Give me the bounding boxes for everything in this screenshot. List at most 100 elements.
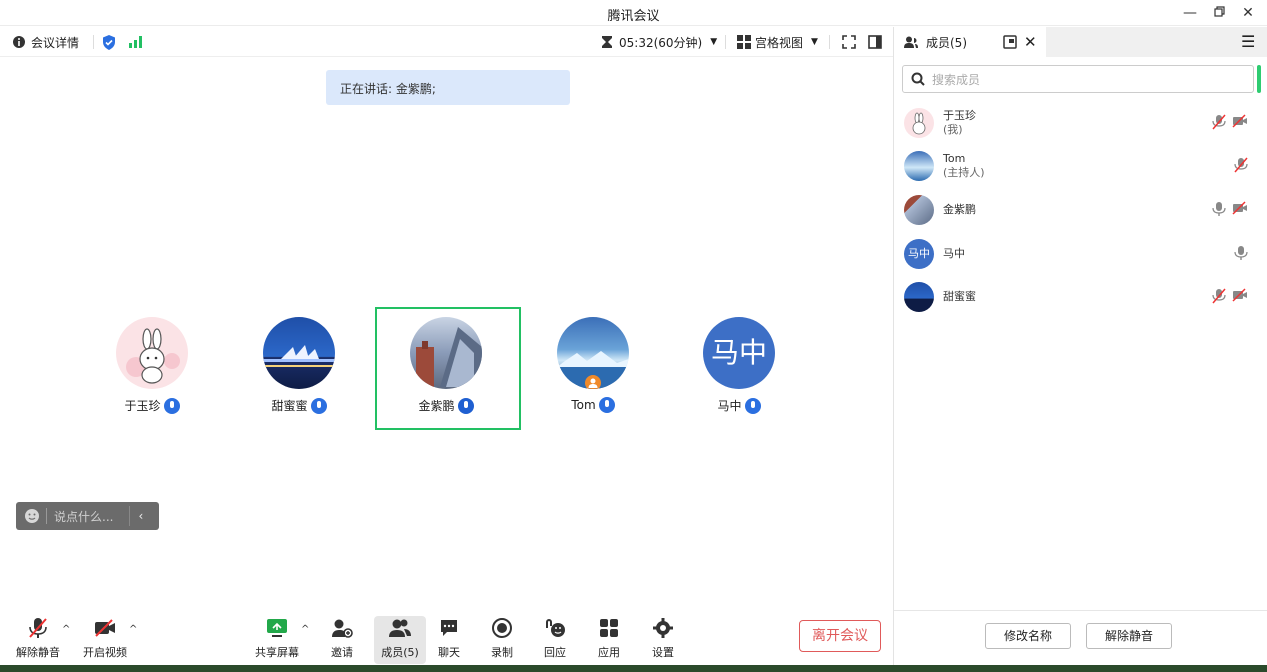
mic-icon [1212,202,1226,216]
react-button[interactable]: 回应 [529,616,581,660]
member-name: 马中 [943,247,965,260]
quick-chat-box[interactable]: 说点什么... ‹ [16,502,159,530]
member-row[interactable]: 金紫鹏 [904,192,1254,228]
meeting-details-label: 会议详情 [31,35,80,50]
settings-button[interactable]: 设置 [637,616,689,660]
members-label: 成员(5) [381,646,419,659]
member-search-input[interactable]: 搜索成员 [902,65,1254,93]
bottom-toolbar: 解除静音 ^ 开启视频 ^ 共享屏幕 ^ 邀请 成员(5) 聊天 录制 回应 应… [0,612,893,672]
avatar [904,195,934,225]
participant-tile[interactable]: 金紫鹏 [381,317,511,414]
unmute-button[interactable]: 解除静音 [12,616,64,660]
mic-icon [744,397,761,414]
apps-button[interactable]: 应用 [583,616,635,660]
member-name: 甜蜜蜜 [943,290,976,303]
chevron-up-icon[interactable]: ^ [129,624,137,635]
start-video-label: 开启视频 [83,646,127,659]
bunny-avatar-image [126,328,180,384]
chat-button[interactable]: 聊天 [423,616,475,660]
chevron-up-icon[interactable]: ^ [301,624,309,635]
chat-label: 聊天 [438,646,460,659]
scrollbar[interactable] [1257,65,1261,93]
member-name: Tom [943,152,966,165]
close-window-button[interactable]: ✕ [1236,3,1260,23]
gear-icon [653,618,673,638]
participant-name: 于玉珍 [124,399,161,413]
avatar [557,317,629,389]
chat-input[interactable]: 说点什么... [54,508,113,525]
chevron-left-icon[interactable]: ‹ [138,509,143,523]
avatar [904,282,934,312]
divider [46,508,47,524]
member-row[interactable]: 于玉珍 (我) [904,105,1254,141]
invite-button[interactable]: 邀请 [316,616,368,660]
member-row[interactable]: Tom (主持人) [904,148,1254,184]
mic-muted-icon [1234,157,1248,173]
members-tab-label: 成员(5) [926,35,967,50]
chevron-up-icon[interactable]: ^ [62,624,70,635]
meeting-timer[interactable]: 05:32(60分钟) ▼ [601,33,717,51]
hourglass-icon [602,36,612,48]
avatar [263,317,335,389]
start-video-button[interactable]: 开启视频 [79,616,131,660]
avatar [904,108,934,138]
member-row[interactable]: 甜蜜蜜 [904,279,1254,315]
participant-tile[interactable]: 甜蜜蜜 [234,317,364,414]
participant-tile[interactable]: 于玉珍 [87,317,217,414]
share-screen-button[interactable]: 共享屏幕 [251,616,303,660]
mic-icon [1234,246,1248,260]
meeting-details-button[interactable]: 会议详情 [12,33,79,51]
timer-text: 05:32(60分钟) [619,35,703,50]
search-icon [911,72,925,86]
view-mode-button[interactable]: 宫格视图 ▼ [737,33,818,51]
record-button[interactable]: 录制 [476,616,528,660]
mic-muted-icon [29,618,47,638]
panel-header-fill [1046,27,1267,57]
building-avatar-image [416,327,482,387]
chat-icon [441,620,457,636]
security-icon[interactable] [102,33,116,51]
participant-tile[interactable]: Tom [528,317,658,413]
mic-icon [598,397,615,413]
close-panel-icon[interactable]: ✕ [1024,33,1037,51]
mic-icon [163,397,180,414]
unmute-label: 解除静音 [16,646,60,659]
member-name: 于玉珍 [943,109,976,122]
video-off-icon [1232,288,1247,302]
popout-icon[interactable] [1003,35,1017,49]
minimize-button[interactable]: — [1178,3,1202,23]
invite-label: 邀请 [331,646,353,659]
member-role: (我) [943,123,963,136]
chevron-down-icon: ▼ [811,37,818,47]
divider [93,35,94,49]
members-icon [389,619,411,637]
menu-icon[interactable]: ☰ [1241,32,1255,51]
apps-label: 应用 [598,646,620,659]
members-tab[interactable]: 成员(5) ✕ [894,27,1046,57]
emoji-icon[interactable] [24,508,40,524]
fullscreen-icon[interactable] [842,33,856,51]
react-icon [546,619,565,637]
member-row[interactable]: 马中 马中 [904,236,1254,272]
leave-meeting-button[interactable]: 离开会议 [799,620,881,652]
participant-name: Tom [571,398,596,412]
panel-footer: 修改名称 解除静音 [894,610,1267,672]
sidebar-toggle-icon[interactable] [868,33,882,51]
grid-icon [737,35,751,49]
unmute-self-button[interactable]: 解除静音 [1086,623,1172,649]
react-label: 回应 [544,646,566,659]
restore-button[interactable] [1207,3,1231,23]
avatar: 马中 [703,317,775,389]
record-icon [492,618,512,638]
signal-icon[interactable] [129,33,143,51]
participant-tile[interactable]: 马中 马中 [674,317,804,414]
host-icon [585,375,601,389]
avatar [116,317,188,389]
rename-button[interactable]: 修改名称 [985,623,1071,649]
meeting-main: 会议详情 05:32(60分钟) ▼ 宫格视图 ▼ 正在讲话: 金紫鹏; 于玉珍… [0,27,893,672]
divider [129,506,131,526]
mic-muted-icon [1212,288,1226,304]
participant-name: 金紫鹏 [418,399,455,413]
participant-name: 甜蜜蜜 [271,399,308,413]
members-button[interactable]: 成员(5) [374,616,426,664]
